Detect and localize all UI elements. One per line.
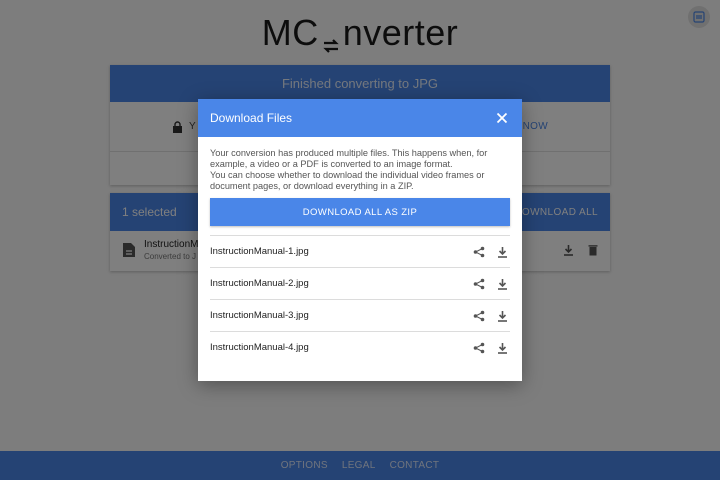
file-list: InstructionManual-1.jpg InstructionManua… (210, 235, 510, 363)
list-item: InstructionManual-4.jpg (210, 331, 510, 363)
share-button[interactable] (473, 310, 485, 322)
list-item: InstructionManual-2.jpg (210, 267, 510, 299)
share-icon (473, 246, 485, 257)
dialog-header: Download Files (198, 99, 522, 137)
file-name: InstructionManual-3.jpg (210, 310, 309, 321)
file-name: InstructionManual-2.jpg (210, 278, 309, 289)
download-zip-button[interactable]: DOWNLOAD ALL AS ZIP (210, 198, 510, 226)
close-icon (496, 112, 508, 124)
share-button[interactable] (473, 278, 485, 290)
download-button[interactable] (497, 310, 508, 322)
dialog-description: Your conversion has produced multiple fi… (210, 148, 510, 192)
share-icon (473, 342, 485, 353)
close-button[interactable] (494, 110, 510, 126)
share-button[interactable] (473, 342, 485, 354)
download-icon (498, 278, 507, 290)
download-button[interactable] (497, 246, 508, 258)
download-icon (498, 342, 507, 354)
description-line-2: You can choose whether to download the i… (210, 170, 485, 191)
list-item: InstructionManual-3.jpg (210, 299, 510, 331)
description-line-1: Your conversion has produced multiple fi… (210, 148, 488, 169)
file-name: InstructionManual-1.jpg (210, 246, 309, 257)
download-files-dialog: Download Files Your conversion has produ… (198, 99, 522, 381)
share-button[interactable] (473, 246, 485, 258)
share-icon (473, 278, 485, 289)
share-icon (473, 310, 485, 321)
download-button[interactable] (497, 278, 508, 290)
dialog-title: Download Files (210, 111, 293, 125)
download-icon (498, 310, 507, 322)
file-name: InstructionManual-4.jpg (210, 342, 309, 353)
download-icon (498, 246, 507, 258)
list-item: InstructionManual-1.jpg (210, 235, 510, 267)
download-button[interactable] (497, 342, 508, 354)
